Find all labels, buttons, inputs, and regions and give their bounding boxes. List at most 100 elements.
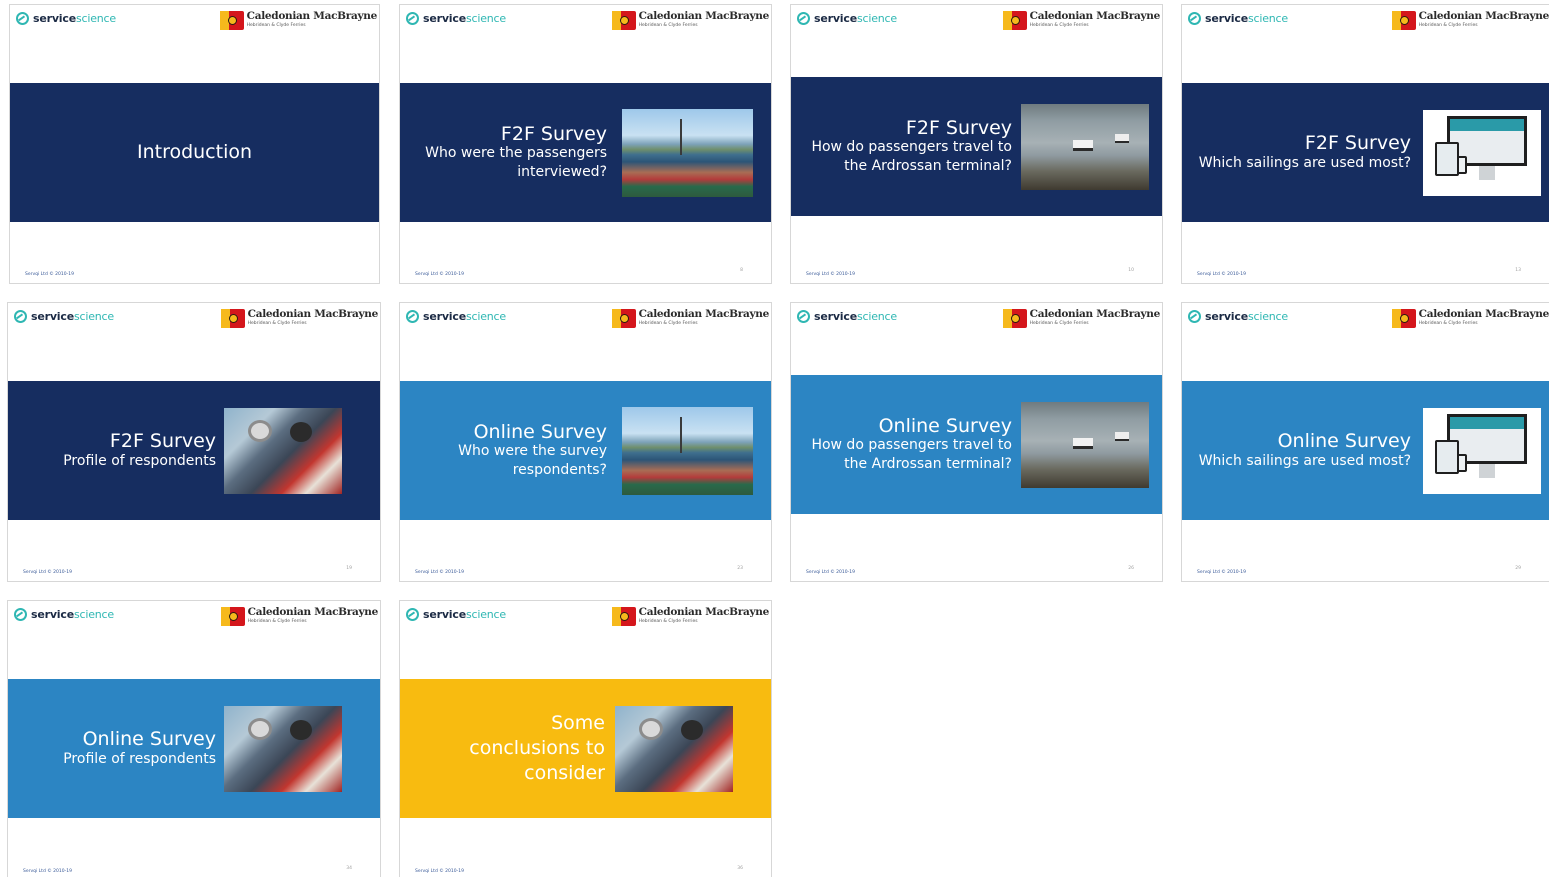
slide-subtitle: Profile of respondents <box>63 452 216 469</box>
slide-page-number: 29 <box>1515 566 1521 571</box>
calmac-logo: Caledonian MacBrayne Hebridean & Clyde Fe… <box>1002 10 1161 30</box>
slide-page-number: 19 <box>346 566 352 571</box>
logo-text-service: service <box>814 310 857 323</box>
calmac-lion-icon <box>1391 309 1416 328</box>
slide-footer: Servqi Ltd © 2010-19 <box>806 570 855 575</box>
calmac-tagline: Hebridean & Clyde Ferries <box>247 320 307 326</box>
slide-title: F2F Survey <box>109 429 216 452</box>
calmac-name: Caledonian MacBrayne <box>1029 308 1161 320</box>
calmac-lion-icon <box>1002 11 1027 30</box>
logo-text-service: service <box>33 12 76 25</box>
slide-footer: Servqi Ltd © 2010-19 <box>23 570 72 575</box>
logo-text-science: science <box>73 608 114 621</box>
logo-text-service: service <box>1205 12 1248 25</box>
slide-thumbnail-7[interactable]: servicescience Caledonian MacBrayne Hebri… <box>790 302 1163 582</box>
slide-title: Online Survey <box>1277 429 1411 452</box>
slide-subtitle: Who were the survey respondents? <box>458 443 607 478</box>
title-band: F2F Survey How do passengers travel to th… <box>791 77 1162 216</box>
logo-text-service: service <box>423 608 466 621</box>
logo-text-science: science <box>465 12 506 25</box>
slide-title: F2F Survey <box>500 122 607 145</box>
logo-text-science: science <box>856 310 897 323</box>
servicescience-logo: servicescience <box>406 608 506 621</box>
slide-title: Online Survey <box>878 414 1012 437</box>
calmac-lion-icon <box>1391 11 1416 30</box>
slide-thumbnail-2[interactable]: servicescience Caledonian MacBrayne Hebri… <box>399 4 772 284</box>
slide-thumbnail-6[interactable]: servicescience Caledonian MacBrayne Hebri… <box>399 302 772 582</box>
servicescience-logo: servicescience <box>406 12 506 25</box>
calmac-lion-icon <box>220 607 245 626</box>
slide-title: Some conclusions to consider <box>469 711 605 785</box>
servicescience-logo: servicescience <box>406 310 506 323</box>
title-band: Online Survey Profile of respondents <box>8 679 380 818</box>
slide-page-number: 13 <box>1515 268 1521 273</box>
slide-title: Online Survey <box>473 420 607 443</box>
servicescience-logo: servicescience <box>14 310 114 323</box>
logo-text-science: science <box>856 12 897 25</box>
logo-text-science: science <box>1247 12 1288 25</box>
slide-subtitle: How do passengers travel to the Ardrossa… <box>811 139 1012 174</box>
ferry-sea-photo <box>1021 103 1149 190</box>
logo-text-science: science <box>465 310 506 323</box>
calmac-tagline: Hebridean & Clyde Ferries <box>1418 22 1478 28</box>
servicescience-logo-icon <box>406 608 419 621</box>
logo-text-service: service <box>423 310 466 323</box>
slide-thumbnail-1[interactable]: servicescience Caledonian MacBrayne Hebri… <box>9 4 380 284</box>
slide-footer: Servqi Ltd © 2010-19 <box>415 869 464 874</box>
slide-page-number: 36 <box>737 866 743 871</box>
servicescience-logo: servicescience <box>16 12 116 25</box>
servicescience-logo-icon <box>14 608 27 621</box>
logo-text-service: service <box>31 310 74 323</box>
slide-thumbnail-9[interactable]: servicescience Caledonian MacBrayne Hebri… <box>7 600 381 877</box>
calmac-name: Caledonian MacBrayne <box>1029 10 1161 22</box>
calmac-name: Caledonian MacBrayne <box>1418 308 1549 320</box>
passengers-photo <box>615 705 733 792</box>
servicescience-logo: servicescience <box>1188 12 1288 25</box>
slide-page-number: 34 <box>346 866 352 871</box>
slide-footer: Servqi Ltd © 2010-19 <box>415 570 464 575</box>
calmac-tagline: Hebridean & Clyde Ferries <box>638 22 698 28</box>
calmac-lion-icon <box>611 607 636 626</box>
slide-footer: Servqi Ltd © 2010-19 <box>806 272 855 277</box>
slide-subtitle: Profile of respondents <box>63 750 216 767</box>
slide-thumbnail-5[interactable]: servicescience Caledonian MacBrayne Hebri… <box>7 302 381 582</box>
slide-thumbnail-3[interactable]: servicescience Caledonian MacBrayne Hebri… <box>790 4 1163 284</box>
slide-thumbnail-4[interactable]: servicescience Caledonian MacBrayne Hebri… <box>1181 4 1549 284</box>
servicescience-logo-icon <box>797 12 810 25</box>
logo-text-service: service <box>31 608 74 621</box>
calmac-lion-icon <box>1002 309 1027 328</box>
servicescience-logo: servicescience <box>14 608 114 621</box>
slide-title: F2F Survey <box>1304 131 1411 154</box>
passengers-photo <box>224 705 342 792</box>
servicescience-logo: servicescience <box>1188 310 1288 323</box>
logo-text-science: science <box>73 310 114 323</box>
calmac-lion-icon <box>611 11 636 30</box>
slide-footer: Servqi Ltd © 2010-19 <box>1197 272 1246 277</box>
calmac-logo: Caledonian MacBrayne Hebridean & Clyde Fe… <box>1391 308 1549 328</box>
calmac-logo: Caledonian MacBrayne Hebridean & Clyde Fe… <box>611 11 769 30</box>
ferry-sea-photo <box>1021 401 1149 488</box>
title-band: Online Survey Who were the survey respond… <box>400 381 771 520</box>
servicescience-logo-icon <box>406 310 419 323</box>
title-band: Online Survey Which sailings are used mos… <box>1182 381 1549 520</box>
slide-footer: Servqi Ltd © 2010-19 <box>415 272 464 277</box>
slide-subtitle: How do passengers travel to the Ardrossa… <box>811 437 1012 472</box>
slide-title: Introduction <box>136 141 253 164</box>
calmac-logo: Caledonian MacBrayne Hebridean & Clyde Fe… <box>219 11 377 30</box>
ferry-deck-photo <box>622 108 753 197</box>
title-band: F2F Survey Which sailings are used most? <box>1182 83 1549 222</box>
slide-thumbnail-8[interactable]: servicescience Caledonian MacBrayne Hebri… <box>1181 302 1549 582</box>
calmac-logo: Caledonian MacBrayne Hebridean & Clyde Fe… <box>220 308 379 328</box>
calmac-name: Caledonian MacBrayne <box>247 308 379 320</box>
ferry-deck-photo <box>622 406 753 495</box>
calmac-name: Caledonian MacBrayne <box>1418 10 1549 22</box>
servicescience-logo-icon <box>1188 12 1201 25</box>
calmac-tagline: Hebridean & Clyde Ferries <box>638 320 698 326</box>
calmac-name: Caledonian MacBrayne <box>638 308 770 320</box>
calmac-tagline: Hebridean & Clyde Ferries <box>1418 320 1478 326</box>
slide-subtitle: Who were the passengers interviewed? <box>425 145 607 180</box>
calmac-lion-icon <box>219 11 244 30</box>
logo-text-science: science <box>465 608 506 621</box>
slide-thumbnail-10[interactable]: servicescience Caledonian MacBrayne Hebri… <box>399 600 772 877</box>
slide-footer: Servqi Ltd © 2010-19 <box>23 869 72 874</box>
